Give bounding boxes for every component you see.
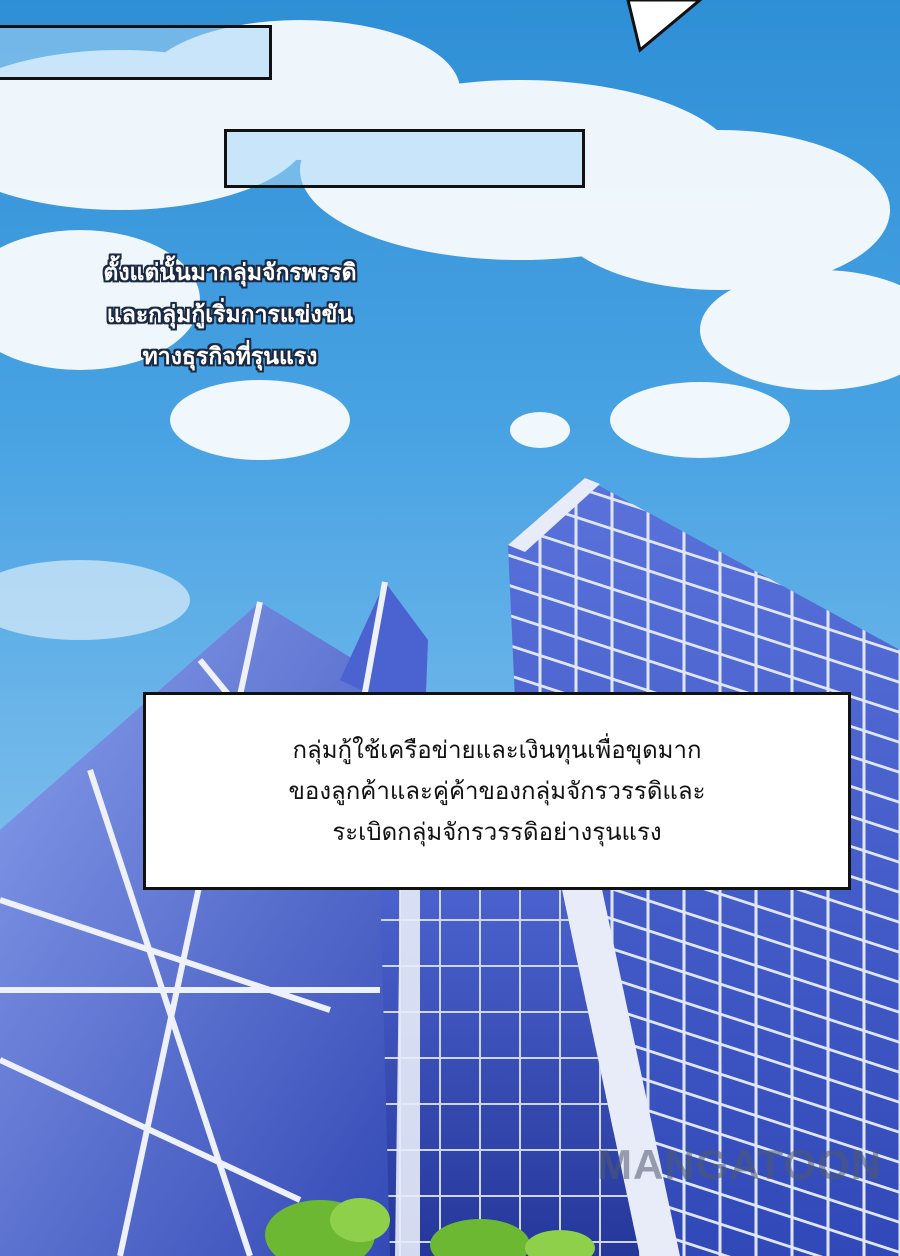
narration-line: และกลุ่มกู้เริ่มการแข่งขัน	[106, 302, 354, 328]
caption-box: กลุ่มกู้ใช้เครือข่ายและเงินทุนเพื่อขุดมา…	[143, 692, 851, 890]
caption-line: ของลูกค้าและคู่ค้าของกลุ่มจักรวรรดิและ	[288, 776, 706, 805]
city-sky-illustration	[0, 0, 900, 1256]
comic-panel: ตั้งแต่นั้นมากลุ่มจักรพรรดิ และกลุ่มกู้เ…	[0, 0, 900, 1256]
narration-line: ตั้งแต่นั้นมากลุ่มจักรพรรดิ	[103, 260, 357, 286]
narration-line: ทางธุรกิจที่รุนแรง	[142, 344, 318, 370]
narration-text: ตั้งแต่นั้นมากลุ่มจักรพรรดิ และกลุ่มกู้เ…	[30, 252, 430, 378]
speech-bubble-tail	[626, 0, 703, 53]
empty-caption-box	[224, 129, 585, 188]
empty-caption-box	[0, 25, 272, 80]
caption-line: กลุ่มกู้ใช้เครือข่ายและเงินทุนเพื่อขุดมา…	[292, 735, 702, 764]
watermark: MANGATOON	[597, 1141, 883, 1188]
caption-line: ระเบิดกลุ่มจักรวรรดิอย่างรุนแรง	[332, 817, 662, 846]
left-tower	[0, 581, 430, 1256]
